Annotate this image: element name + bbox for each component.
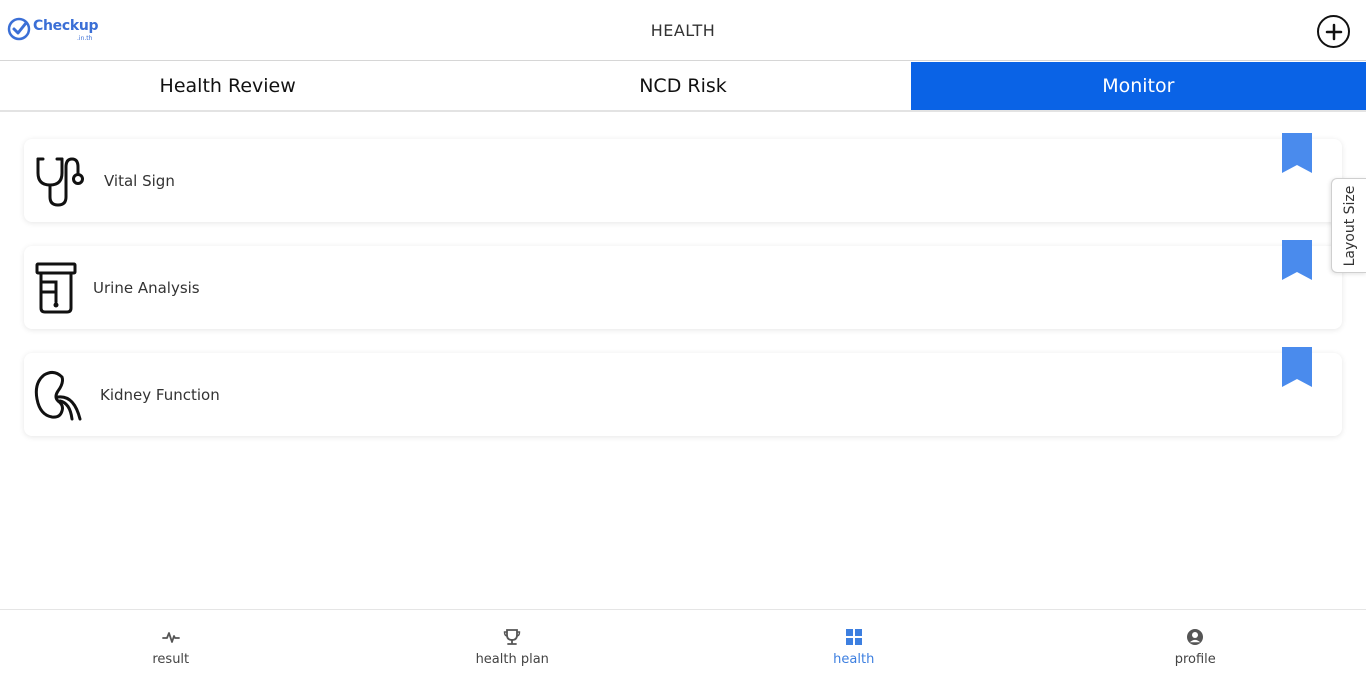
- nav-label: health: [833, 652, 875, 667]
- top-header: Checkup .in.th HEALTH: [0, 0, 1366, 61]
- bookmark-icon[interactable]: [1282, 133, 1312, 173]
- card-label: Vital Sign: [104, 172, 175, 190]
- tab-health-review[interactable]: Health Review: [0, 62, 455, 110]
- nav-health-plan[interactable]: health plan: [342, 610, 684, 688]
- tab-monitor[interactable]: Monitor: [910, 62, 1366, 110]
- card-urine-analysis[interactable]: Urine Analysis: [24, 240, 1342, 329]
- user-circle-icon: [1187, 629, 1204, 645]
- card-label: Kidney Function: [100, 386, 220, 404]
- bookmark-icon[interactable]: [1282, 240, 1312, 280]
- page-title: HEALTH: [650, 21, 716, 40]
- nav-label: result: [152, 652, 190, 667]
- nav-profile[interactable]: profile: [1025, 610, 1366, 688]
- nav-label: profile: [1174, 652, 1216, 667]
- stethoscope-icon: [36, 157, 84, 207]
- nav-label: health plan: [475, 652, 549, 667]
- layout-size-tab[interactable]: Layout Size: [1331, 178, 1366, 273]
- kidney-icon: [34, 370, 82, 421]
- plus-icon: [1325, 23, 1342, 40]
- bottom-nav: result health plan health profile: [0, 609, 1366, 688]
- pulse-icon: [161, 632, 180, 643]
- grid-icon: [845, 629, 862, 645]
- urine-sample-icon: [35, 262, 77, 314]
- card-label: Urine Analysis: [93, 279, 200, 297]
- card-vital-sign[interactable]: Vital Sign: [24, 133, 1342, 222]
- nav-result[interactable]: result: [0, 610, 342, 688]
- nav-health[interactable]: health: [683, 610, 1025, 688]
- trophy-icon: [504, 629, 521, 645]
- card-kidney-function[interactable]: Kidney Function: [24, 347, 1342, 436]
- layout-size-label: Layout Size: [1341, 185, 1358, 266]
- tab-ncd-risk[interactable]: NCD Risk: [455, 62, 910, 110]
- add-button[interactable]: [1317, 15, 1350, 48]
- tab-bar: Health Review NCD Risk Monitor: [0, 62, 1366, 112]
- bookmark-icon[interactable]: [1282, 347, 1312, 387]
